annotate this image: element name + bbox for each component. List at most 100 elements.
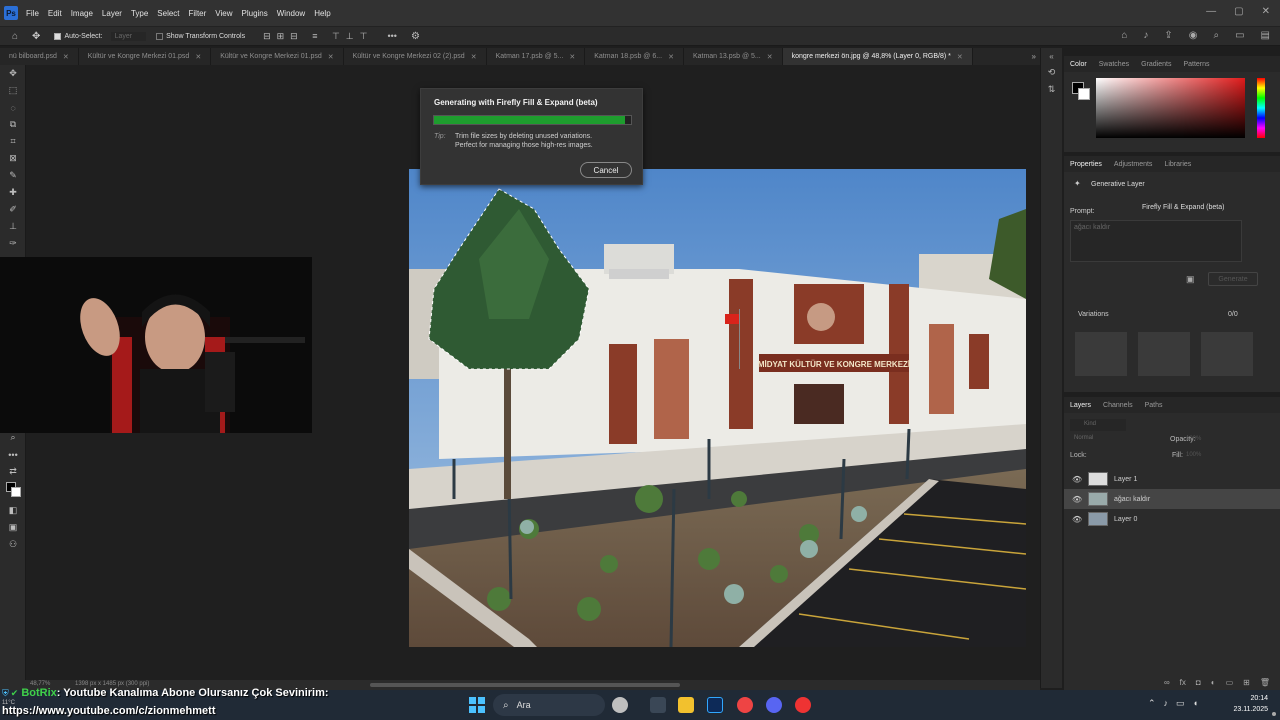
tab-doc[interactable]: Kültür ve Kongre Merkezi 01.psd ✕ <box>211 48 344 65</box>
search-icon[interactable]: ⌕ <box>1213 30 1219 41</box>
layer-row-selected[interactable]: 👁 ağacı kaldır <box>1064 489 1280 509</box>
tab-swatches[interactable]: Swatches <box>1099 61 1129 68</box>
clock-time[interactable]: 20:14 <box>1222 695 1268 702</box>
tab-doc-active[interactable]: kongre merkezi ön.jpg @ 48,8% (Layer 0, … <box>782 48 973 65</box>
color-swatches[interactable] <box>0 480 26 502</box>
close-icon[interactable]: ✕ <box>767 53 773 61</box>
history-icon[interactable]: ⟲ <box>1041 67 1062 78</box>
tab-doc[interactable]: Kültür ve Kongre Merkezi 02 (2).psd ✕ <box>344 48 487 65</box>
tab-color[interactable]: Color <box>1070 61 1087 68</box>
adjustment-icon[interactable]: ◐ <box>1211 678 1216 687</box>
lasso-tool-icon[interactable]: ◌ <box>0 99 26 116</box>
tabs-overflow-icon[interactable]: » <box>1032 52 1036 61</box>
close-icon[interactable]: ✕ <box>195 53 201 61</box>
app-icon[interactable] <box>795 697 811 713</box>
stamp-tool-icon[interactable]: ⊥ <box>0 218 26 235</box>
tab-doc[interactable]: Katman 13.psb @ 5... ✕ <box>684 48 783 65</box>
visibility-eye-icon[interactable]: 👁 <box>1072 495 1082 504</box>
tab-paths[interactable]: Paths <box>1145 402 1163 409</box>
group-icon[interactable]: ▭ <box>1226 678 1234 687</box>
menu-edit[interactable]: Edit <box>48 9 62 18</box>
variation-thumb[interactable] <box>1201 332 1253 376</box>
swap-colors-icon[interactable]: ⇄ <box>0 463 26 480</box>
taskbar-search[interactable]: ⌕ Ara <box>493 694 605 716</box>
show-transform-checkbox[interactable] <box>156 32 164 40</box>
hue-slider[interactable] <box>1257 78 1265 138</box>
tab-libraries[interactable]: Libraries <box>1164 161 1191 168</box>
healing-tool-icon[interactable]: ✚ <box>0 184 26 201</box>
menu-window[interactable]: Window <box>277 9 305 18</box>
menu-view[interactable]: View <box>215 9 232 18</box>
variation-thumb[interactable] <box>1138 332 1190 376</box>
mask-icon[interactable]: ◘ <box>1196 678 1201 687</box>
link-icon[interactable]: ∞ <box>1164 678 1170 687</box>
menu-plugins[interactable]: Plugins <box>242 9 268 18</box>
layer-row[interactable]: 👁 Layer 0 <box>1064 509 1280 529</box>
frame-tool-icon[interactable]: ⊠ <box>0 150 26 167</box>
chevron-up-icon[interactable]: ⌃ <box>1148 698 1156 709</box>
task-view-icon[interactable] <box>650 697 666 713</box>
color-picker[interactable] <box>1064 72 1280 152</box>
object-select-tool-icon[interactable]: ⧉ <box>0 116 26 133</box>
sample-image-icon[interactable]: ▣ <box>1186 274 1195 285</box>
share-icon[interactable]: ⚇ <box>0 536 26 553</box>
photoshop-logo-icon[interactable]: Ps <box>4 6 18 20</box>
minimize-icon[interactable]: — <box>1206 6 1216 17</box>
windows-start-icon[interactable] <box>469 697 485 713</box>
visibility-eye-icon[interactable]: 👁 <box>1072 475 1082 484</box>
menu-filter[interactable]: Filter <box>189 9 207 18</box>
gear-icon[interactable]: ⚙ <box>411 31 420 42</box>
bell-icon[interactable]: ◉ <box>1189 30 1198 41</box>
tab-channels[interactable]: Channels <box>1103 402 1133 409</box>
crop-tool-icon[interactable]: ⌗ <box>0 133 26 150</box>
layer-filter-input[interactable]: Kind <box>1070 419 1126 431</box>
close-icon[interactable]: ✕ <box>668 53 674 61</box>
home-icon[interactable]: ⌂ <box>12 31 18 42</box>
collapse-icon[interactable]: « <box>1041 52 1062 61</box>
visibility-eye-icon[interactable]: 👁 <box>1072 515 1082 524</box>
menu-image[interactable]: Image <box>71 9 93 18</box>
variation-thumb[interactable] <box>1075 332 1127 376</box>
screen-mode-icon[interactable]: ▣ <box>0 519 26 536</box>
file-explorer-icon[interactable] <box>678 697 694 713</box>
opacity-value[interactable]: 100% <box>1186 436 1201 442</box>
eyedropper-tool-icon[interactable]: ✎ <box>0 167 26 184</box>
fx-icon[interactable]: fx <box>1180 678 1186 687</box>
align-icons[interactable]: ⊟⊞⊟ ≡ ⊤⊥⊤ <box>263 31 373 42</box>
tab-adjustments[interactable]: Adjustments <box>1114 161 1153 168</box>
auto-select-checkbox[interactable] <box>54 32 62 40</box>
model-dropdown[interactable]: Firefly Fill & Expand (beta) <box>1142 204 1224 211</box>
layer-row[interactable]: 👁 Layer 1 <box>1064 469 1280 489</box>
chrome-icon[interactable] <box>737 697 753 713</box>
marquee-tool-icon[interactable]: ⬚ <box>0 82 26 99</box>
learn-icon[interactable]: ⌂ <box>1121 30 1127 41</box>
tab-doc[interactable]: Kültür ve Kongre Merkezi 01.psd ✕ <box>79 48 212 65</box>
generate-button[interactable]: Generate <box>1208 272 1258 286</box>
tab-doc[interactable]: nü bilboard.psd ✕ <box>0 48 79 65</box>
workspace-icon[interactable]: ▭ <box>1235 30 1244 41</box>
widget-icon[interactable] <box>612 697 628 713</box>
more-tools-icon[interactable]: ••• <box>0 446 26 463</box>
tab-patterns[interactable]: Patterns <box>1183 61 1209 68</box>
discord-icon[interactable] <box>766 697 782 713</box>
horizontal-scrollbar[interactable] <box>370 683 680 687</box>
history-brush-icon[interactable]: ✑ <box>0 235 26 252</box>
workspace-menu-icon[interactable]: ▤ <box>1261 30 1270 41</box>
quick-mask-icon[interactable]: ◧ <box>0 502 26 519</box>
tab-properties[interactable]: Properties <box>1070 161 1102 168</box>
menu-type[interactable]: Type <box>131 9 148 18</box>
menu-file[interactable]: File <box>26 9 39 18</box>
clock-date[interactable]: 23.11.2025 <box>1216 706 1268 713</box>
maximize-icon[interactable]: ▢ <box>1234 6 1243 17</box>
notification-dot[interactable] <box>1272 712 1276 716</box>
close-icon[interactable]: ✕ <box>1262 6 1270 17</box>
trash-icon[interactable]: 🗑 <box>1260 678 1270 687</box>
brush-tool-icon[interactable]: ✐ <box>0 201 26 218</box>
chat-url[interactable]: https://www.youtube.com/c/zionmehmett <box>2 705 216 717</box>
network-icon[interactable]: ▭ <box>1176 698 1185 709</box>
speaker-icon[interactable]: ◖ <box>1193 698 1198 709</box>
new-layer-icon[interactable]: ⊞ <box>1243 678 1250 687</box>
menu-layer[interactable]: Layer <box>102 9 122 18</box>
close-icon[interactable]: ✕ <box>569 53 575 61</box>
mic-icon[interactable]: ♪ <box>1143 30 1148 41</box>
